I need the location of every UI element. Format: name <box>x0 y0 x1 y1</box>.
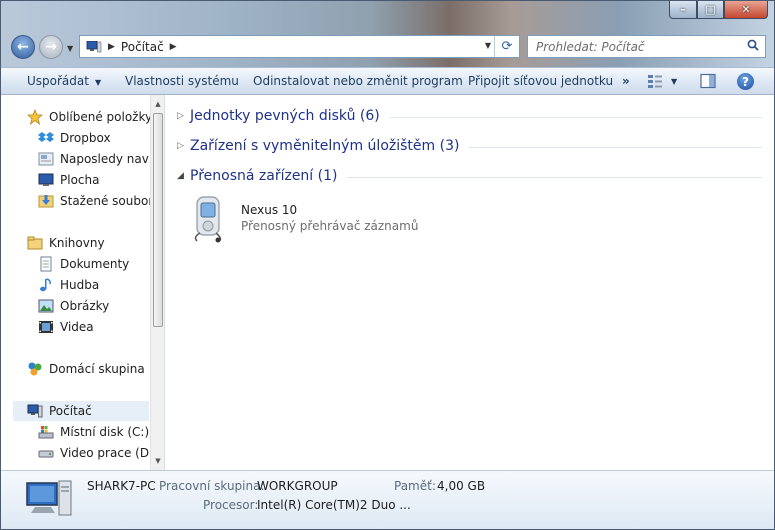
close-button[interactable]: ✕ <box>724 1 768 19</box>
group-divider <box>469 146 762 148</box>
memory-value: 4,00 GB <box>437 479 486 493</box>
workgroup-label: Pracovní skupina: <box>159 479 265 493</box>
breadcrumb-separator-icon[interactable]: ▶ <box>170 42 177 52</box>
uninstall-program-button[interactable]: Odinstalovat nebo změnit program <box>253 74 463 88</box>
expand-arrow-icon[interactable]: ▷ <box>177 141 189 151</box>
dropbox-icon <box>38 132 54 142</box>
sidebar-item-documents[interactable]: Dokumenty <box>38 254 164 274</box>
scroll-down-arrow-icon[interactable]: ▼ <box>151 454 164 468</box>
desktop-icon <box>38 173 54 186</box>
local-disk-icon <box>38 426 54 439</box>
help-button[interactable]: ? <box>737 73 754 90</box>
view-options-dropdown[interactable]: ▼ <box>671 77 677 86</box>
forward-button[interactable]: → <box>39 35 63 59</box>
content-area: ▷ Jednotky pevných disků (6) ▷ Zařízení … <box>165 95 774 470</box>
expand-arrow-icon[interactable]: ▷ <box>177 111 189 121</box>
processor-value: Intel(R) Core(TM)2 Duo ... <box>257 498 411 512</box>
sidebar-item-libraries[interactable]: Knihovny <box>27 233 164 253</box>
computer-icon <box>86 40 102 52</box>
homegroup-icon <box>28 362 42 376</box>
device-nexus-10[interactable]: Nexus 10 Přenosný přehrávač záznamů <box>189 195 418 243</box>
scroll-up-arrow-icon[interactable]: ▲ <box>151 97 164 111</box>
sidebar-item-desktop[interactable]: Plocha <box>38 170 164 190</box>
recent-places-icon <box>38 152 54 166</box>
group-divider <box>347 176 762 178</box>
search-box[interactable] <box>527 35 766 58</box>
details-pane: SHARK7-PC Pracovní skupina: WORKGROUP Pa… <box>1 470 774 529</box>
sidebar-item-videos[interactable]: Videa <box>38 317 164 337</box>
back-arrow-icon: ← <box>17 39 29 55</box>
libraries-icon <box>27 236 43 250</box>
refresh-icon: ⟳ <box>501 39 513 54</box>
music-icon <box>40 278 51 292</box>
sidebar-item-video-prace-d[interactable]: Video prace (D:) <box>38 443 164 463</box>
processor-label: Procesor: <box>203 498 259 512</box>
videos-icon <box>39 321 53 333</box>
collapse-arrow-icon[interactable]: ◢ <box>177 171 189 181</box>
search-icon[interactable] <box>747 39 759 51</box>
computer-icon <box>26 480 72 516</box>
back-button[interactable]: ← <box>11 35 35 59</box>
sidebar-item-local-disk-c[interactable]: Místní disk (C:) <box>38 422 164 442</box>
refresh-button[interactable]: ⟳ <box>494 36 519 57</box>
chevron-down-icon: ▼ <box>94 78 102 87</box>
title-bar[interactable]: – □ ✕ ← → ▼ ▶ Počítač ▶ ▼ ⟳ <box>1 1 774 67</box>
more-commands-button[interactable]: » <box>622 74 630 88</box>
search-input[interactable] <box>534 39 738 55</box>
command-bar: Uspořádat ▼ Vlastnosti systému Odinstalov… <box>1 67 774 95</box>
sidebar-item-homegroup[interactable]: Domácí skupina <box>27 359 164 379</box>
device-info: Nexus 10 Přenosný přehrávač záznamů <box>241 203 418 243</box>
downloads-icon <box>38 195 54 208</box>
star-icon <box>27 109 43 125</box>
preview-pane-icon[interactable] <box>700 73 716 89</box>
breadcrumb-separator-icon[interactable]: ▶ <box>108 42 115 52</box>
change-view-icon[interactable] <box>647 73 663 89</box>
device-name: Nexus 10 <box>241 203 298 217</box>
map-network-drive-button[interactable]: Připojit síťovou jednotku <box>468 74 613 88</box>
address-bar[interactable]: ▶ Počítač ▶ ▼ ⟳ <box>79 35 520 58</box>
memory-label: Paměť: <box>394 479 436 493</box>
sidebar-item-music[interactable]: Hudba <box>38 275 164 295</box>
navigation-pane: Oblíbené položky Dropbox Naposledy navšt… <box>1 95 165 470</box>
computer-name: SHARK7-PC <box>87 479 156 493</box>
documents-icon <box>40 256 52 272</box>
maximize-button[interactable]: □ <box>697 1 724 19</box>
sidebar-item-computer[interactable]: Počítač <box>13 401 149 421</box>
group-hard-disk-drives[interactable]: ▷ Jednotky pevných disků (6) <box>177 105 762 127</box>
workgroup-value: WORKGROUP <box>257 479 338 493</box>
sidebar-item-favorites[interactable]: Oblíbené položky <box>27 107 164 127</box>
pictures-icon <box>38 299 54 313</box>
navigation-scrollbar[interactable]: ▲ ▼ <box>150 95 164 470</box>
sidebar-item-downloads[interactable]: Stažené soubory <box>38 191 164 211</box>
computer-icon <box>27 404 43 418</box>
device-description: Přenosný přehrávač záznamů <box>241 219 419 233</box>
organize-button[interactable]: Uspořádat ▼ <box>27 74 101 88</box>
explorer-window: – □ ✕ ← → ▼ ▶ Počítač ▶ ▼ ⟳ Prohledat: P… <box>0 0 775 530</box>
forward-arrow-icon: → <box>45 39 57 55</box>
address-dropdown-icon[interactable]: ▼ <box>485 41 491 50</box>
minimize-button[interactable]: – <box>669 1 697 19</box>
sidebar-item-pictures[interactable]: Obrázky <box>38 296 164 316</box>
group-divider <box>389 116 762 118</box>
scrollbar-thumb[interactable] <box>153 113 163 327</box>
recent-pages-dropdown[interactable]: ▼ <box>67 44 73 53</box>
portable-media-player-icon <box>194 196 222 243</box>
group-removable-storage[interactable]: ▷ Zařízení s vyměnitelným úložištěm (3) <box>177 135 762 157</box>
sidebar-item-dropbox[interactable]: Dropbox <box>38 128 164 148</box>
drive-icon <box>38 450 54 458</box>
system-properties-button[interactable]: Vlastnosti systému <box>125 74 239 88</box>
caption-buttons: – □ ✕ <box>669 1 768 19</box>
sidebar-item-recent-places[interactable]: Naposledy navštívené <box>38 149 149 169</box>
breadcrumb-computer[interactable]: Počítač <box>121 40 164 54</box>
group-portable-devices[interactable]: ◢ Přenosná zařízení (1) <box>177 165 762 187</box>
